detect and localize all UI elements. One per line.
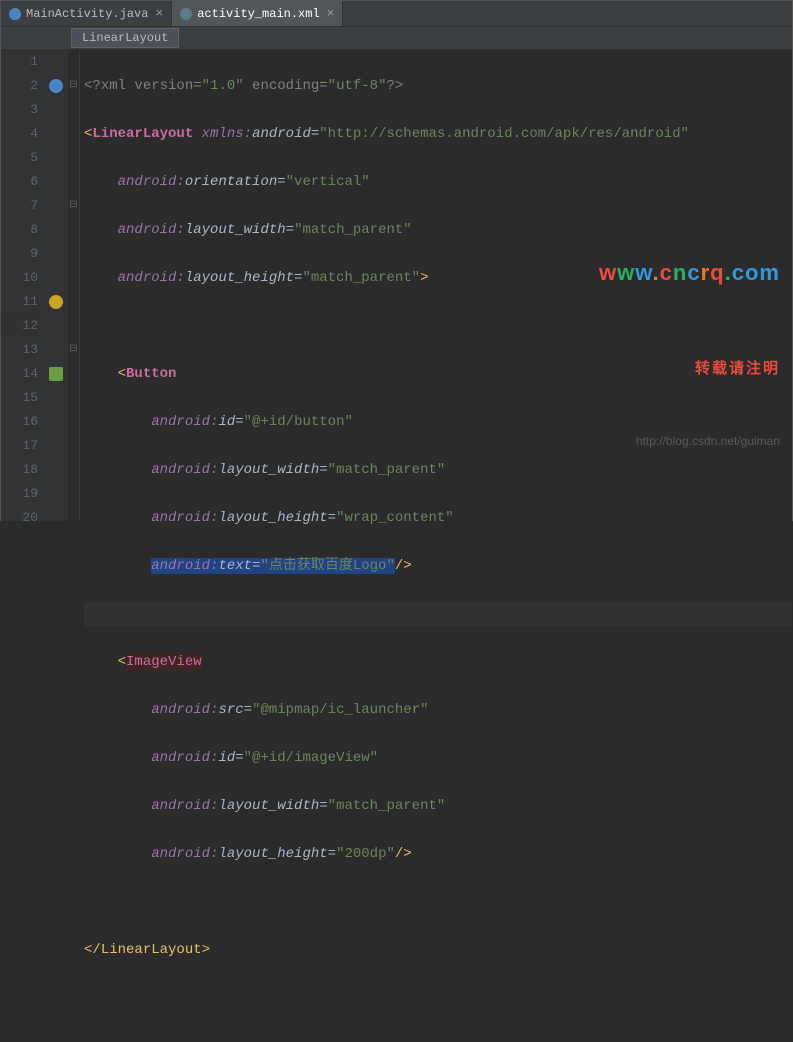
fold-column: ⊟ ⊟ ⊟ [68, 50, 80, 521]
xml-pi: encoding= [244, 78, 328, 94]
line-number[interactable]: 18 [1, 458, 38, 482]
string: "vertical" [286, 174, 370, 190]
attr: layout_width [218, 462, 319, 478]
attr: layout_height [218, 510, 327, 526]
ns: android: [151, 798, 218, 814]
ns: android: [151, 846, 218, 862]
editor-tabs: MainActivity.java × activity_main.xml × [1, 1, 792, 27]
tag: LinearLayout [92, 126, 193, 142]
line-number[interactable]: 4 [1, 122, 38, 146]
ns: xmlns: [202, 126, 252, 142]
line-number[interactable]: 11 [1, 290, 38, 314]
attr: layout_width [185, 222, 286, 238]
class-icon[interactable] [49, 79, 63, 93]
line-number[interactable]: 16 [1, 410, 38, 434]
breadcrumb-bar: LinearLayout [1, 27, 792, 50]
attr: id [218, 414, 235, 430]
ns: android: [118, 222, 185, 238]
close-icon[interactable]: × [327, 6, 335, 21]
line-number[interactable]: 17 [1, 434, 38, 458]
lightbulb-icon[interactable] [49, 295, 63, 309]
string: "1.0" [202, 78, 244, 94]
java-file-icon [9, 8, 21, 20]
ns: android: [118, 270, 185, 286]
line-number[interactable]: 7 [1, 194, 38, 218]
fold-icon[interactable]: ⊟ [69, 194, 78, 218]
xml-pi: ?> [386, 78, 403, 94]
attr: layout_height [185, 270, 294, 286]
string: "wrap_content" [336, 510, 454, 526]
ns: android: [118, 174, 185, 190]
xml-file-icon [180, 8, 192, 20]
line-number[interactable]: 10 [1, 266, 38, 290]
string: "@+id/button" [244, 414, 353, 430]
string: "match_parent" [294, 222, 412, 238]
line-number[interactable]: 15 [1, 386, 38, 410]
tag: LinearLayout [101, 942, 202, 958]
gutter-icon-column [46, 50, 68, 521]
line-number[interactable]: 12 [1, 314, 38, 338]
ns: android: [151, 702, 218, 718]
tag: Button [126, 366, 176, 382]
line-number[interactable]: 19 [1, 482, 38, 506]
line-number[interactable]: 8 [1, 218, 38, 242]
close-icon[interactable]: × [155, 6, 163, 21]
string: "match_parent" [328, 798, 446, 814]
string: "@mipmap/ic_launcher" [252, 702, 428, 718]
attr: layout_height [218, 846, 327, 862]
attr: text [218, 558, 252, 574]
line-number[interactable]: 5 [1, 146, 38, 170]
ns: android: [151, 750, 218, 766]
code-area[interactable]: <?xml version="1.0" encoding="utf-8"?> <… [80, 50, 792, 521]
string: "match_parent" [328, 462, 446, 478]
xml-pi: <? [84, 78, 101, 94]
ns: android: [151, 462, 218, 478]
tab-label: MainActivity.java [26, 7, 148, 21]
android-icon[interactable] [49, 367, 63, 381]
line-number[interactable]: 14 [1, 362, 38, 386]
string: "@+id/imageView" [244, 750, 378, 766]
string: "utf-8" [328, 78, 387, 94]
line-number-gutter: 1 2 3 4 5 6 7 8 9 10 11 12 13 14 15 16 1… [1, 50, 46, 521]
ns: android: [151, 414, 218, 430]
line-number[interactable]: 3 [1, 98, 38, 122]
attr: id [218, 750, 235, 766]
fold-icon[interactable]: ⊟ [69, 74, 78, 98]
line-number[interactable]: 1 [1, 50, 38, 74]
string: "点击获取百度Logo" [260, 558, 394, 574]
line-number[interactable]: 6 [1, 170, 38, 194]
line-number[interactable]: 13 [1, 338, 38, 362]
ns: android: [151, 558, 218, 574]
breadcrumb-item[interactable]: LinearLayout [71, 28, 179, 48]
attr: orientation [185, 174, 277, 190]
string: "200dp" [336, 846, 395, 862]
line-number[interactable]: 9 [1, 242, 38, 266]
line-number[interactable]: 2 [1, 74, 38, 98]
ns: android: [151, 510, 218, 526]
tab-label: activity_main.xml [197, 7, 319, 21]
line-number[interactable]: 20 [1, 506, 38, 530]
attr: android [252, 126, 311, 142]
string: "http://schemas.android.com/apk/res/andr… [319, 126, 689, 142]
code-editor[interactable]: 1 2 3 4 5 6 7 8 9 10 11 12 13 14 15 16 1… [1, 50, 792, 521]
fold-icon[interactable]: ⊟ [69, 338, 78, 362]
tag: ImageView [126, 654, 202, 670]
string: "match_parent" [302, 270, 420, 286]
attr: src [218, 702, 243, 718]
attr: layout_width [218, 798, 319, 814]
tab-activity-main-xml[interactable]: activity_main.xml × [172, 1, 343, 26]
tab-main-activity[interactable]: MainActivity.java × [1, 1, 172, 26]
xml-pi: xml version= [101, 78, 202, 94]
